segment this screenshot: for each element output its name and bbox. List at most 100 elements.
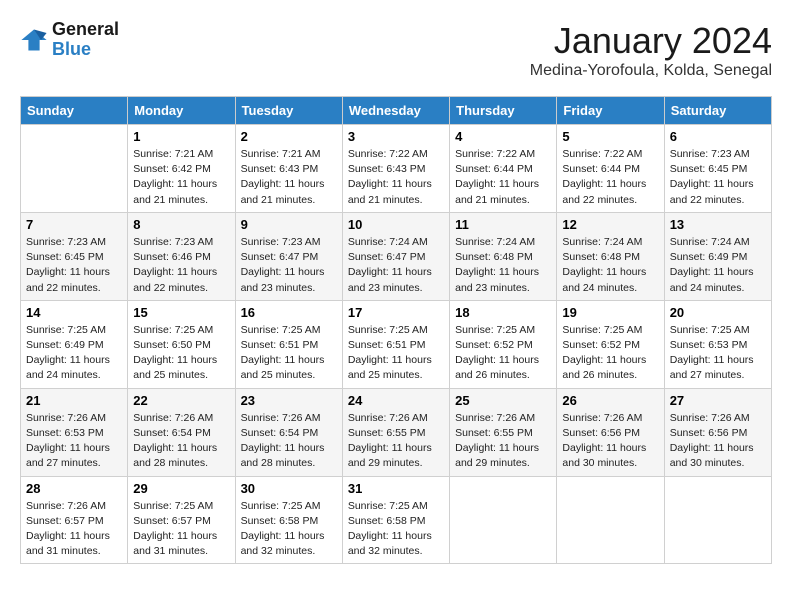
calendar-cell: 4 Sunrise: 7:22 AMSunset: 6:44 PMDaylight… [450,125,557,213]
weekday-header-saturday: Saturday [664,97,771,125]
day-info: Sunrise: 7:24 AMSunset: 6:49 PMDaylight:… [670,235,766,296]
day-info: Sunrise: 7:25 AMSunset: 6:52 PMDaylight:… [562,323,658,384]
calendar-week-row: 14 Sunrise: 7:25 AMSunset: 6:49 PMDayligh… [21,300,772,388]
day-number: 27 [670,393,766,408]
day-number: 12 [562,217,658,232]
weekday-header-sunday: Sunday [21,97,128,125]
day-info: Sunrise: 7:25 AMSunset: 6:49 PMDaylight:… [26,323,122,384]
calendar-cell: 15Sunrise: 7:25 AMSunset: 6:50 PMDayligh… [128,300,235,388]
day-info: Sunrise: 7:25 AMSunset: 6:51 PMDaylight:… [348,323,444,384]
calendar-cell [21,125,128,213]
weekday-header-monday: Monday [128,97,235,125]
day-number: 17 [348,305,444,320]
calendar-week-row: 7 Sunrise: 7:23 AMSunset: 6:45 PMDaylight… [21,212,772,300]
calendar-cell: 5 Sunrise: 7:22 AMSunset: 6:44 PMDaylight… [557,125,664,213]
calendar-cell: 7 Sunrise: 7:23 AMSunset: 6:45 PMDaylight… [21,212,128,300]
day-number: 5 [562,129,658,144]
calendar-cell: 9Sunrise: 7:23 AMSunset: 6:47 PMDaylight… [235,212,342,300]
calendar-cell: 16 Sunrise: 7:25 AMSunset: 6:51 PMDayligh… [235,300,342,388]
day-info: Sunrise: 7:21 AMSunset: 6:43 PMDaylight:… [241,147,337,208]
calendar-cell: 10Sunrise: 7:24 AMSunset: 6:47 PMDayligh… [342,212,449,300]
calendar-cell: 29 Sunrise: 7:25 AMSunset: 6:57 PMDayligh… [128,476,235,564]
day-info: Sunrise: 7:25 AMSunset: 6:52 PMDaylight:… [455,323,551,384]
day-info: Sunrise: 7:25 AMSunset: 6:58 PMDaylight:… [348,499,444,560]
calendar-cell: 19 Sunrise: 7:25 AMSunset: 6:52 PMDayligh… [557,300,664,388]
calendar-cell: 23 Sunrise: 7:26 AMSunset: 6:54 PMDayligh… [235,388,342,476]
day-number: 21 [26,393,122,408]
day-info: Sunrise: 7:26 AMSunset: 6:54 PMDaylight:… [133,411,229,472]
calendar-cell: 3 Sunrise: 7:22 AMSunset: 6:43 PMDaylight… [342,125,449,213]
calendar-cell [557,476,664,564]
calendar-week-row: 21 Sunrise: 7:26 AMSunset: 6:53 PMDayligh… [21,388,772,476]
calendar-cell: 24Sunrise: 7:26 AMSunset: 6:55 PMDayligh… [342,388,449,476]
day-number: 11 [455,217,551,232]
day-info: Sunrise: 7:25 AMSunset: 6:57 PMDaylight:… [133,499,229,560]
calendar-cell [664,476,771,564]
day-number: 14 [26,305,122,320]
calendar-cell: 8 Sunrise: 7:23 AMSunset: 6:46 PMDaylight… [128,212,235,300]
day-number: 13 [670,217,766,232]
day-number: 20 [670,305,766,320]
day-info: Sunrise: 7:26 AMSunset: 6:54 PMDaylight:… [241,411,337,472]
day-info: Sunrise: 7:26 AMSunset: 6:56 PMDaylight:… [562,411,658,472]
day-info: Sunrise: 7:26 AMSunset: 6:55 PMDaylight:… [348,411,444,472]
day-info: Sunrise: 7:22 AMSunset: 6:44 PMDaylight:… [562,147,658,208]
calendar-cell: 21 Sunrise: 7:26 AMSunset: 6:53 PMDayligh… [21,388,128,476]
day-info: Sunrise: 7:25 AMSunset: 6:50 PMDaylight:… [133,323,229,384]
calendar-cell: 2 Sunrise: 7:21 AMSunset: 6:43 PMDaylight… [235,125,342,213]
day-number: 8 [133,217,229,232]
day-info: Sunrise: 7:22 AMSunset: 6:43 PMDaylight:… [348,147,444,208]
calendar-cell: 27 Sunrise: 7:26 AMSunset: 6:56 PMDayligh… [664,388,771,476]
logo-text: General Blue [52,20,119,60]
day-number: 29 [133,481,229,496]
calendar-cell: 12 Sunrise: 7:24 AMSunset: 6:48 PMDayligh… [557,212,664,300]
day-number: 26 [562,393,658,408]
calendar-week-row: 1Sunrise: 7:21 AMSunset: 6:42 PMDaylight… [21,125,772,213]
calendar-cell: 17 Sunrise: 7:25 AMSunset: 6:51 PMDayligh… [342,300,449,388]
day-info: Sunrise: 7:25 AMSunset: 6:58 PMDaylight:… [241,499,337,560]
page-header: General Blue January 2024 Medina-Yorofou… [20,20,772,80]
day-number: 9 [241,217,337,232]
day-number: 28 [26,481,122,496]
calendar-cell: 13 Sunrise: 7:24 AMSunset: 6:49 PMDayligh… [664,212,771,300]
day-number: 23 [241,393,337,408]
day-info: Sunrise: 7:24 AMSunset: 6:48 PMDaylight:… [562,235,658,296]
calendar-cell: 6 Sunrise: 7:23 AMSunset: 6:45 PMDaylight… [664,125,771,213]
weekday-header-friday: Friday [557,97,664,125]
day-info: Sunrise: 7:25 AMSunset: 6:51 PMDaylight:… [241,323,337,384]
day-number: 30 [241,481,337,496]
calendar-cell: 31Sunrise: 7:25 AMSunset: 6:58 PMDayligh… [342,476,449,564]
calendar-cell: 14 Sunrise: 7:25 AMSunset: 6:49 PMDayligh… [21,300,128,388]
calendar-cell: 25Sunrise: 7:26 AMSunset: 6:55 PMDayligh… [450,388,557,476]
day-info: Sunrise: 7:22 AMSunset: 6:44 PMDaylight:… [455,147,551,208]
day-info: Sunrise: 7:23 AMSunset: 6:46 PMDaylight:… [133,235,229,296]
weekday-header-tuesday: Tuesday [235,97,342,125]
day-number: 22 [133,393,229,408]
location-title: Medina-Yorofoula, Kolda, Senegal [530,62,772,80]
logo: General Blue [20,20,119,60]
day-info: Sunrise: 7:25 AMSunset: 6:53 PMDaylight:… [670,323,766,384]
day-info: Sunrise: 7:23 AMSunset: 6:45 PMDaylight:… [26,235,122,296]
calendar-cell: 30 Sunrise: 7:25 AMSunset: 6:58 PMDayligh… [235,476,342,564]
day-info: Sunrise: 7:26 AMSunset: 6:55 PMDaylight:… [455,411,551,472]
day-number: 6 [670,129,766,144]
day-info: Sunrise: 7:26 AMSunset: 6:53 PMDaylight:… [26,411,122,472]
day-number: 19 [562,305,658,320]
weekday-header-thursday: Thursday [450,97,557,125]
day-number: 2 [241,129,337,144]
day-number: 16 [241,305,337,320]
day-number: 3 [348,129,444,144]
day-info: Sunrise: 7:23 AMSunset: 6:45 PMDaylight:… [670,147,766,208]
month-title: January 2024 [530,20,772,62]
day-number: 4 [455,129,551,144]
weekday-header-row: SundayMondayTuesdayWednesdayThursdayFrid… [21,97,772,125]
calendar-cell: 28 Sunrise: 7:26 AMSunset: 6:57 PMDayligh… [21,476,128,564]
day-info: Sunrise: 7:26 AMSunset: 6:57 PMDaylight:… [26,499,122,560]
day-info: Sunrise: 7:26 AMSunset: 6:56 PMDaylight:… [670,411,766,472]
title-block: January 2024 Medina-Yorofoula, Kolda, Se… [530,20,772,80]
day-number: 1 [133,129,229,144]
calendar-cell: 11Sunrise: 7:24 AMSunset: 6:48 PMDayligh… [450,212,557,300]
calendar-table: SundayMondayTuesdayWednesdayThursdayFrid… [20,96,772,564]
calendar-cell: 20 Sunrise: 7:25 AMSunset: 6:53 PMDayligh… [664,300,771,388]
day-number: 7 [26,217,122,232]
